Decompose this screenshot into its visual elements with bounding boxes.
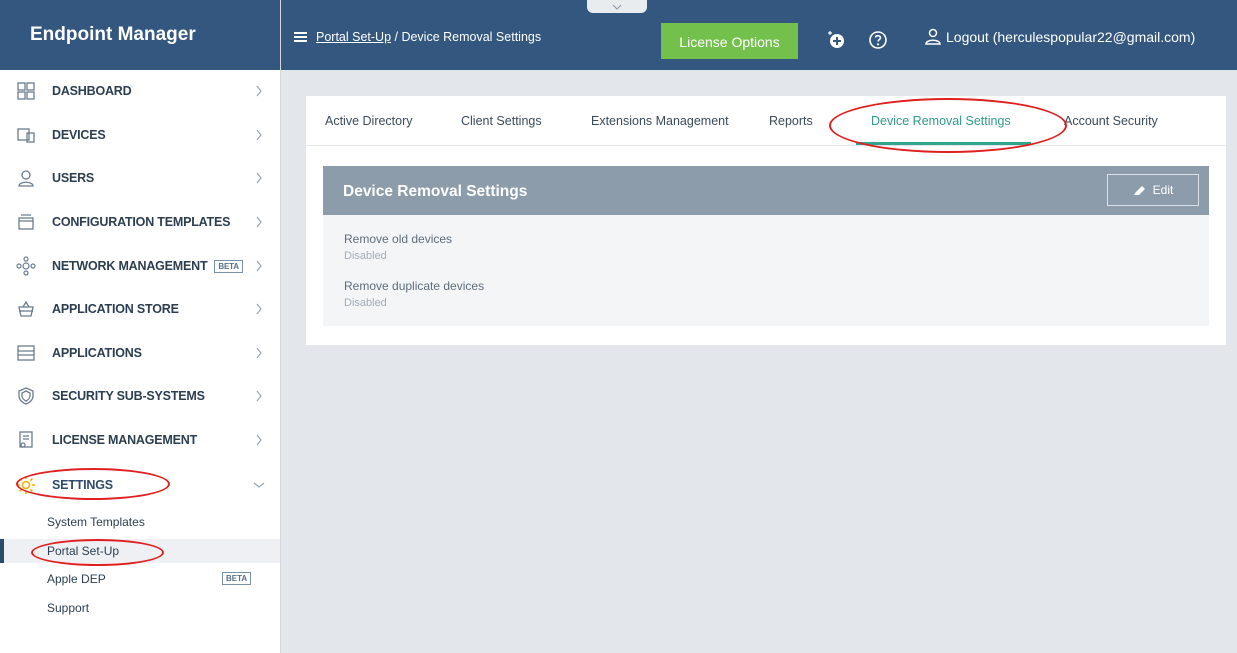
beta-badge: BETA xyxy=(222,572,252,585)
chevron-right-icon xyxy=(252,388,266,404)
subitem-label: Support xyxy=(47,601,90,615)
subitem-label: Apple DEP xyxy=(47,572,106,586)
tab-active-directory[interactable]: Active Directory xyxy=(325,114,413,128)
store-icon xyxy=(16,299,36,319)
chevron-right-icon xyxy=(252,432,266,448)
chevron-down-icon xyxy=(252,477,266,493)
sidebar-item-label: APPLICATION STORE xyxy=(52,302,179,316)
sidebar-item-label: USERS xyxy=(52,171,95,185)
remove-duplicate-devices-label: Remove duplicate devices xyxy=(344,279,485,293)
sidebar-item-security-sub-systems[interactable]: SECURITY SUB-SYSTEMS xyxy=(0,381,280,411)
license-options-button[interactable]: License Options xyxy=(661,23,798,59)
sidebar-item-applications[interactable]: APPLICATIONS xyxy=(0,338,280,368)
chevron-right-icon xyxy=(252,301,266,317)
help-icon[interactable] xyxy=(868,30,887,49)
edit-label: Edit xyxy=(1152,183,1174,197)
logout-label: Logout (herculespopular22@gmail.com) xyxy=(946,29,1196,45)
sidebar-item-configuration-templates[interactable]: CONFIGURATION TEMPLATES xyxy=(0,207,280,237)
remove-duplicate-devices-value: Disabled xyxy=(344,297,387,309)
breadcrumb: Portal Set-Up / Device Removal Settings xyxy=(316,30,541,44)
chevron-right-icon xyxy=(252,83,266,99)
edit-button[interactable]: Edit xyxy=(1107,174,1199,206)
sidebar-item-application-store[interactable]: APPLICATION STORE xyxy=(0,294,280,324)
tab-account-security[interactable]: Account Security xyxy=(1064,114,1158,128)
remove-old-devices-value: Disabled xyxy=(344,250,387,262)
app-title: Endpoint Manager xyxy=(30,24,196,45)
devices-icon xyxy=(16,125,36,145)
sidebar-item-label: APPLICATIONS xyxy=(52,346,142,360)
sidebar-subitem-system-templates[interactable]: System Templates xyxy=(0,510,280,534)
add-device-icon[interactable] xyxy=(826,30,844,48)
sidebar-item-dashboard[interactable]: DASHBOARD xyxy=(0,76,280,106)
chevron-down-icon xyxy=(612,4,622,10)
chevron-right-icon xyxy=(252,345,266,361)
annotation-ellipse xyxy=(16,468,170,500)
device-removal-panel: Device Removal Settings Edit Remove old … xyxy=(323,166,1209,326)
sidebar-item-users[interactable]: USERS xyxy=(0,163,280,193)
tab-reports[interactable]: Reports xyxy=(769,114,813,128)
sidebar-item-label: SECURITY SUB-SYSTEMS xyxy=(52,389,205,403)
top-bar: Portal Set-Up / Device Removal Settings … xyxy=(281,0,1237,70)
sidebar-item-label: DEVICES xyxy=(52,128,106,142)
sidebar-item-devices[interactable]: DEVICES xyxy=(0,120,280,150)
chevron-right-icon xyxy=(252,214,266,230)
breadcrumb-separator: / xyxy=(391,30,402,44)
sidebar-item-label: CONFIGURATION TEMPLATES xyxy=(52,215,231,229)
sidebar-subitem-support[interactable]: Support xyxy=(0,596,280,620)
users-icon xyxy=(16,168,36,188)
pencil-icon xyxy=(1133,186,1145,195)
menu-icon[interactable] xyxy=(294,32,307,42)
templates-icon xyxy=(16,212,36,232)
annotation-ellipse xyxy=(829,98,1067,153)
dashboard-icon xyxy=(16,81,36,101)
user-icon xyxy=(925,28,941,45)
sidebar-item-label: LICENSE MANAGEMENT xyxy=(52,433,198,447)
sidebar-item-label: DASHBOARD xyxy=(52,84,132,98)
breadcrumb-link-portal-setup[interactable]: Portal Set-Up xyxy=(316,30,391,44)
license-icon xyxy=(16,430,36,450)
network-icon xyxy=(16,256,36,276)
logout-link[interactable]: Logout (herculespopular22@gmail.com) xyxy=(925,28,1195,46)
sidebar-subitem-apple-dep[interactable]: Apple DEP BETA xyxy=(0,567,280,591)
chevron-right-icon xyxy=(252,127,266,143)
collapse-tab[interactable] xyxy=(587,0,647,13)
remove-old-devices-label: Remove old devices xyxy=(344,232,453,246)
settings-card: Active Directory Client Settings Extensi… xyxy=(306,96,1226,345)
chevron-right-icon xyxy=(252,170,266,186)
sidebar-item-label: NETWORK MANAGEMENT BETA xyxy=(52,259,243,274)
tab-extensions-management[interactable]: Extensions Management xyxy=(591,114,729,128)
annotation-ellipse xyxy=(31,539,164,566)
tab-client-settings[interactable]: Client Settings xyxy=(461,114,542,128)
applications-icon xyxy=(16,343,36,363)
brand-header: Endpoint Manager xyxy=(0,0,280,70)
panel-header: Device Removal Settings Edit xyxy=(323,166,1209,215)
sidebar-item-network-management[interactable]: NETWORK MANAGEMENT BETA xyxy=(0,251,280,281)
sidebar-item-license-management[interactable]: LICENSE MANAGEMENT xyxy=(0,425,280,455)
breadcrumb-current: Device Removal Settings xyxy=(401,30,542,44)
settings-tabs: Active Directory Client Settings Extensi… xyxy=(306,96,1226,146)
subitem-label: System Templates xyxy=(47,515,145,529)
beta-badge: BETA xyxy=(214,260,243,274)
chevron-right-icon xyxy=(252,258,266,274)
shield-icon xyxy=(16,386,36,406)
panel-title: Device Removal Settings xyxy=(343,183,528,200)
